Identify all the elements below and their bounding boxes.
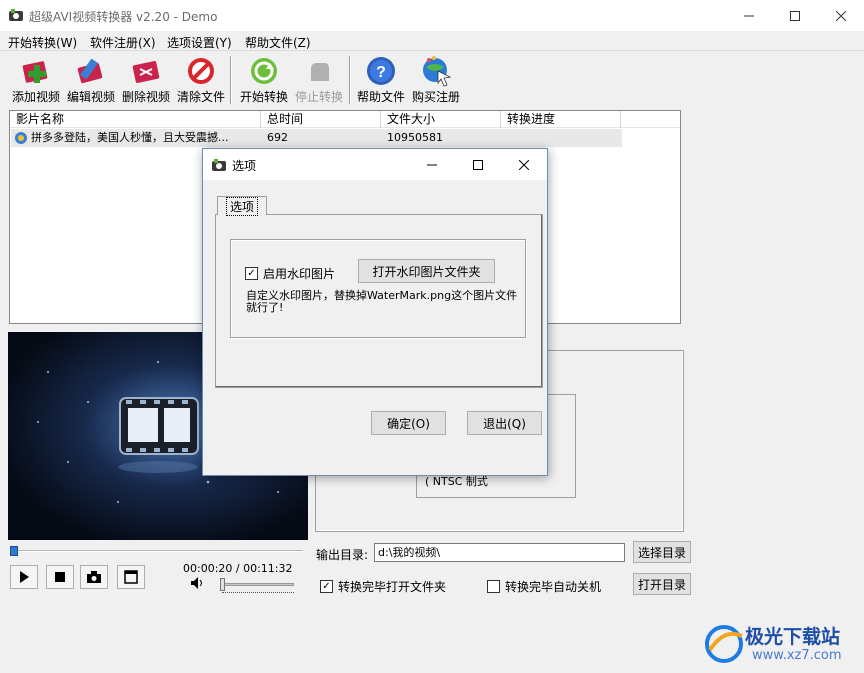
shutdown-after-option[interactable]: 转换完毕自动关机 <box>487 578 601 595</box>
menu-software-register[interactable]: 软件注册(X) <box>90 34 156 51</box>
refresh-icon <box>251 58 277 84</box>
open-dir-button[interactable]: 打开目录 <box>633 573 691 595</box>
open-folder-after-label: 转换完毕打开文件夹 <box>338 580 447 594</box>
minimize-icon <box>427 164 437 165</box>
stop-hand-icon <box>311 63 329 81</box>
open-watermark-folder-button[interactable]: 打开水印图片文件夹 <box>358 259 495 283</box>
choose-dir-button[interactable]: 选择目录 <box>633 541 691 563</box>
globe-cursor-icon <box>423 56 452 87</box>
stop-convert-label: 停止转换 <box>294 90 343 104</box>
add-video-button[interactable]: 添加视频 <box>8 52 64 108</box>
stop-icon <box>55 572 65 582</box>
seek-thumb[interactable] <box>10 546 18 556</box>
minimize-button[interactable] <box>726 0 772 31</box>
minimize-icon <box>744 15 754 16</box>
ntsc-label: NTSC 制式 <box>432 475 488 488</box>
output-dir-input[interactable]: d:\我的视频\ <box>374 543 625 562</box>
camera-icon <box>87 571 101 583</box>
options-dialog: 选项 选项 ✓ 启用水印图片 打开水印图片文件夹 自定义水印图片，替换掉Wate… <box>202 148 548 476</box>
dialog-minimize-button[interactable] <box>409 149 455 180</box>
shutdown-after-checkbox[interactable] <box>487 580 500 593</box>
enable-watermark-label: 启用水印图片 <box>263 267 336 281</box>
tab-options-label: 选项 <box>225 196 258 216</box>
volume-thumb[interactable] <box>220 578 225 591</box>
clear-files-label: 清除文件 <box>176 90 225 104</box>
add-video-icon <box>22 61 48 83</box>
delete-video-icon <box>132 61 160 83</box>
fullscreen-button[interactable] <box>117 565 145 589</box>
window-icon <box>124 570 138 584</box>
dialog-close-button[interactable] <box>501 149 547 180</box>
site-logo-brand: 极光下载站 <box>745 626 841 648</box>
ntsc-radio[interactable]: ( <box>425 475 433 488</box>
maximize-icon <box>790 10 800 21</box>
watermark-note: 自定义水印图片，替换掉WaterMark.png这个图片文件就行了! <box>246 289 518 314</box>
open-folder-after-checkbox[interactable]: ✓ <box>320 580 333 593</box>
clear-files-button[interactable]: 清除文件 <box>173 52 229 108</box>
ok-button[interactable]: 确定(O) <box>371 411 446 435</box>
close-icon <box>519 159 529 170</box>
volume-slider[interactable] <box>220 576 296 594</box>
table-row[interactable]: 拼多多登陆，美国人秒懂，且大受震撼... 692 10950581 <box>11 129 622 147</box>
snapshot-button[interactable] <box>80 565 108 589</box>
seek-bar[interactable] <box>10 546 303 556</box>
app-icon <box>9 9 23 21</box>
seek-track <box>10 550 303 552</box>
cell-duration: 692 <box>267 131 288 144</box>
volume-ticks <box>222 592 294 594</box>
cell-size: 10950581 <box>387 131 443 144</box>
help-icon: ? <box>367 57 395 85</box>
dialog-title-bar: 选项 <box>203 149 547 180</box>
stop-button[interactable] <box>46 565 74 589</box>
edit-video-button[interactable]: 编辑视频 <box>63 52 119 108</box>
start-convert-button[interactable]: 开始转换 <box>236 52 292 108</box>
menu-help[interactable]: 帮助文件(Z) <box>245 34 311 51</box>
menu-bar: 开始转换(W) 软件注册(X) 选项设置(Y) 帮助文件(Z) <box>0 31 864 51</box>
time-display: 00:00:20 / 00:11:32 <box>183 562 293 575</box>
maximize-button[interactable] <box>772 0 818 31</box>
maximize-icon <box>473 159 483 170</box>
no-entry-icon <box>188 58 214 84</box>
cell-progress <box>507 129 617 147</box>
buy-register-button[interactable]: 购买注册 <box>408 52 464 108</box>
column-header-size[interactable]: 文件大小 <box>381 111 501 128</box>
window-title: 超级AVI视频转换器 v2.20 - Demo <box>29 10 218 24</box>
volume-track <box>222 583 294 586</box>
site-logo-url: www.xz7.com <box>752 648 842 663</box>
dialog-title: 选项 <box>232 159 257 173</box>
column-header-name[interactable]: 影片名称 <box>10 111 261 128</box>
svg-text:?: ? <box>376 64 386 81</box>
buy-register-label: 购买注册 <box>411 90 460 104</box>
toolbar: 添加视频 编辑视频 删除视频 清除文件 开始转换 停止转换 ? 帮助文件 购买注… <box>0 52 864 110</box>
column-header-duration[interactable]: 总时间 <box>261 111 381 128</box>
open-folder-after-option[interactable]: ✓ 转换完毕打开文件夹 <box>320 578 446 595</box>
close-icon <box>836 10 846 21</box>
video-file-icon <box>15 132 27 144</box>
list-header: 影片名称 总时间 文件大小 转换进度 <box>10 111 680 128</box>
enable-watermark-option[interactable]: ✓ 启用水印图片 <box>245 265 335 282</box>
edit-video-icon <box>77 58 103 84</box>
shutdown-after-label: 转换完毕自动关机 <box>505 580 602 594</box>
menu-start-convert[interactable]: 开始转换(W) <box>8 34 77 51</box>
delete-video-button[interactable]: 删除视频 <box>118 52 174 108</box>
close-button[interactable] <box>818 0 864 31</box>
play-button[interactable] <box>10 565 38 589</box>
output-dir-label: 输出目录: <box>316 548 369 562</box>
cell-name: 拼多多登陆，美国人秒懂，且大受震撼... <box>31 131 229 144</box>
menu-options[interactable]: 选项设置(Y) <box>167 34 232 51</box>
exit-button[interactable]: 退出(Q) <box>467 411 542 435</box>
stop-convert-button[interactable]: 停止转换 <box>291 52 347 108</box>
app-icon <box>212 159 226 171</box>
column-header-progress[interactable]: 转换进度 <box>501 111 621 128</box>
tab-options[interactable]: 选项 <box>217 196 267 216</box>
dialog-maximize-button[interactable] <box>455 149 501 180</box>
title-bar: 超级AVI视频转换器 v2.20 - Demo <box>0 0 864 31</box>
help-file-button[interactable]: ? 帮助文件 <box>353 52 409 108</box>
volume-icon <box>191 577 202 589</box>
enable-watermark-checkbox[interactable]: ✓ <box>245 267 258 280</box>
play-icon <box>20 571 29 583</box>
